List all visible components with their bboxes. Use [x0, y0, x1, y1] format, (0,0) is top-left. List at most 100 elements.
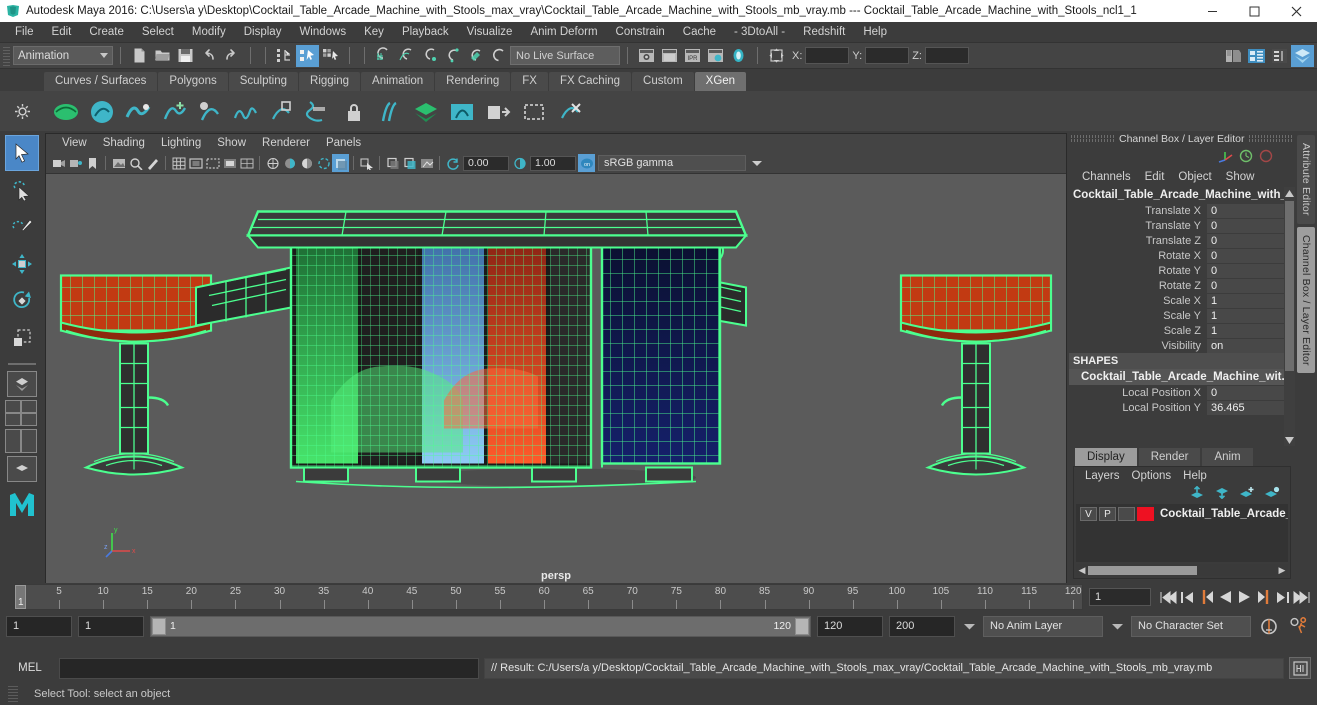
new-scene-button[interactable]	[128, 45, 151, 67]
xgen-groom-icon[interactable]	[86, 96, 118, 128]
menu-visualize[interactable]: Visualize	[458, 22, 522, 43]
viewport-menu-shading[interactable]: Shading	[95, 134, 153, 153]
channel-row-translate-y[interactable]: Translate Y 0	[1069, 218, 1295, 233]
channel-value[interactable]: on	[1207, 338, 1295, 353]
character-set-chevron-down-icon[interactable]	[1109, 616, 1125, 637]
shelf-tab-xgen[interactable]: XGen	[694, 72, 747, 91]
menu-select[interactable]: Select	[133, 22, 183, 43]
channel-value[interactable]: 0	[1207, 233, 1295, 248]
toggle-speed-icon[interactable]	[1239, 149, 1253, 166]
menuset-selector[interactable]: Animation	[13, 46, 113, 65]
xgen-add-clump-icon[interactable]	[158, 96, 190, 128]
xgen-preview-render-icon[interactable]	[446, 96, 478, 128]
isolate-select-icon[interactable]	[358, 154, 375, 172]
xgen-clump-modifier-icon[interactable]	[194, 96, 226, 128]
xgen-coil-modifier-icon[interactable]	[302, 96, 334, 128]
image-plane-icon[interactable]	[110, 154, 127, 172]
viewport-3d-canvas[interactable]: y x z persp	[46, 174, 1066, 587]
go-to-start-button[interactable]	[1159, 587, 1178, 607]
paint-select-tool[interactable]	[5, 209, 39, 245]
range-end-handle[interactable]	[795, 617, 809, 635]
move-tool[interactable]	[5, 246, 39, 282]
coord-z-input[interactable]	[924, 47, 969, 64]
channelbox-menu-channels[interactable]: Channels	[1075, 168, 1138, 187]
range-start-handle[interactable]	[152, 617, 166, 635]
show-hide-modeling-toolkit-button[interactable]	[1222, 45, 1245, 67]
select-by-object-button[interactable]	[296, 44, 319, 67]
menu-cache[interactable]: Cache	[674, 22, 725, 43]
shade-with-textures-icon[interactable]	[298, 154, 315, 172]
layer-display-type-toggle[interactable]	[1118, 507, 1135, 521]
channel-value[interactable]: 0	[1207, 203, 1295, 218]
playback-start-time-field[interactable]: 1	[78, 615, 144, 637]
gate-mask-icon[interactable]	[221, 154, 238, 172]
bookmark-icon[interactable]	[84, 154, 101, 172]
menu-display[interactable]: Display	[235, 22, 291, 43]
xgen-layers-icon[interactable]	[410, 96, 442, 128]
channel-value[interactable]: 1	[1207, 323, 1295, 338]
animation-start-time-field[interactable]: 1	[6, 615, 72, 637]
channel-row-rotate-x[interactable]: Rotate X 0	[1069, 248, 1295, 263]
shelf-tab-custom[interactable]: Custom	[632, 72, 694, 91]
scroll-up-arrow-icon[interactable]	[1284, 187, 1295, 199]
snap-to-curve-button[interactable]	[395, 45, 418, 67]
xgen-lock-icon[interactable]	[338, 96, 370, 128]
xgen-remove-icon[interactable]	[554, 96, 586, 128]
layer-list-horizontal-scrollbar[interactable]: ◀ ▶	[1076, 564, 1288, 576]
shelf-tab-curves-surfaces[interactable]: Curves / Surfaces	[44, 72, 158, 91]
snap-to-projected-center-button[interactable]	[441, 45, 464, 67]
coord-y-input[interactable]	[865, 47, 910, 64]
play-forwards-button[interactable]	[1235, 587, 1254, 607]
current-time-indicator[interactable]: 1	[15, 585, 26, 609]
panel-drag-handle[interactable]	[1071, 135, 1115, 142]
xgen-noise-modifier-icon[interactable]	[230, 96, 262, 128]
xgen-guides-icon[interactable]	[374, 96, 406, 128]
character-set-selector[interactable]: No Character Set	[1131, 615, 1251, 637]
scrollbar-thumb[interactable]	[1285, 201, 1294, 371]
step-forward-frame-button[interactable]	[1254, 587, 1273, 607]
channel-row-local-position-y[interactable]: Local Position Y 36.465	[1069, 400, 1295, 415]
channel-row-rotate-y[interactable]: Rotate Y 0	[1069, 263, 1295, 278]
layer-menu-layers[interactable]: Layers	[1079, 467, 1126, 485]
gamma-input[interactable]: 1.00	[530, 155, 576, 171]
statusline-grip[interactable]	[3, 44, 10, 67]
animation-preferences-icon[interactable]	[1287, 615, 1311, 637]
gamma-reset-icon[interactable]	[511, 154, 528, 172]
camera-attributes-icon[interactable]	[67, 154, 84, 172]
snap-to-grid-button[interactable]	[372, 45, 395, 67]
open-scene-button[interactable]	[151, 45, 174, 67]
four-view-layout-button[interactable]	[5, 400, 39, 426]
live-surface-field[interactable]: No Live Surface	[510, 46, 620, 65]
grease-pencil-icon[interactable]	[144, 154, 161, 172]
scale-tool[interactable]	[5, 320, 39, 356]
menu-edit[interactable]: Edit	[43, 22, 81, 43]
render-settings-button[interactable]	[704, 45, 727, 67]
show-hide-channel-box-button[interactable]	[1291, 44, 1314, 67]
menu-modify[interactable]: Modify	[183, 22, 235, 43]
time-slider[interactable]: 1 5 10 15 20 25 30 35 40 45 50 55 60 65 70 75 80 85 90 95 1…	[14, 584, 1083, 610]
undo-button[interactable]	[197, 45, 220, 67]
grid-toggle-icon[interactable]	[170, 154, 187, 172]
irr-render-button[interactable]	[658, 45, 681, 67]
channel-value[interactable]: 0	[1207, 263, 1295, 278]
channel-value[interactable]: 0	[1207, 218, 1295, 233]
two-d-pan-zoom-icon[interactable]	[127, 154, 144, 172]
channel-row-local-position-x[interactable]: Local Position X 0	[1069, 385, 1295, 400]
xgen-export-icon[interactable]	[482, 96, 514, 128]
anim-layer-selector[interactable]: No Anim Layer	[983, 615, 1103, 637]
channel-row-scale-z[interactable]: Scale Z 1	[1069, 323, 1295, 338]
layer-tab-render[interactable]: Render	[1138, 448, 1201, 466]
move-layer-down-icon[interactable]	[1214, 486, 1230, 502]
layer-playback-toggle[interactable]: P	[1099, 507, 1116, 521]
create-empty-layer-icon[interactable]	[1239, 486, 1255, 502]
xgen-description-icon[interactable]	[50, 96, 82, 128]
xray-toggle-icon[interactable]	[384, 154, 401, 172]
menu-windows[interactable]: Windows	[290, 22, 355, 43]
current-frame-field[interactable]: 1	[1089, 588, 1151, 606]
scroll-right-arrow-icon[interactable]: ▶	[1276, 565, 1288, 576]
shelf-tab-polygons[interactable]: Polygons	[158, 72, 228, 91]
film-gate-icon[interactable]	[187, 154, 204, 172]
script-editor-button[interactable]	[1289, 657, 1311, 679]
xgen-cut-modifier-icon[interactable]	[266, 96, 298, 128]
viewport-menu-panels[interactable]: Panels	[318, 134, 369, 153]
